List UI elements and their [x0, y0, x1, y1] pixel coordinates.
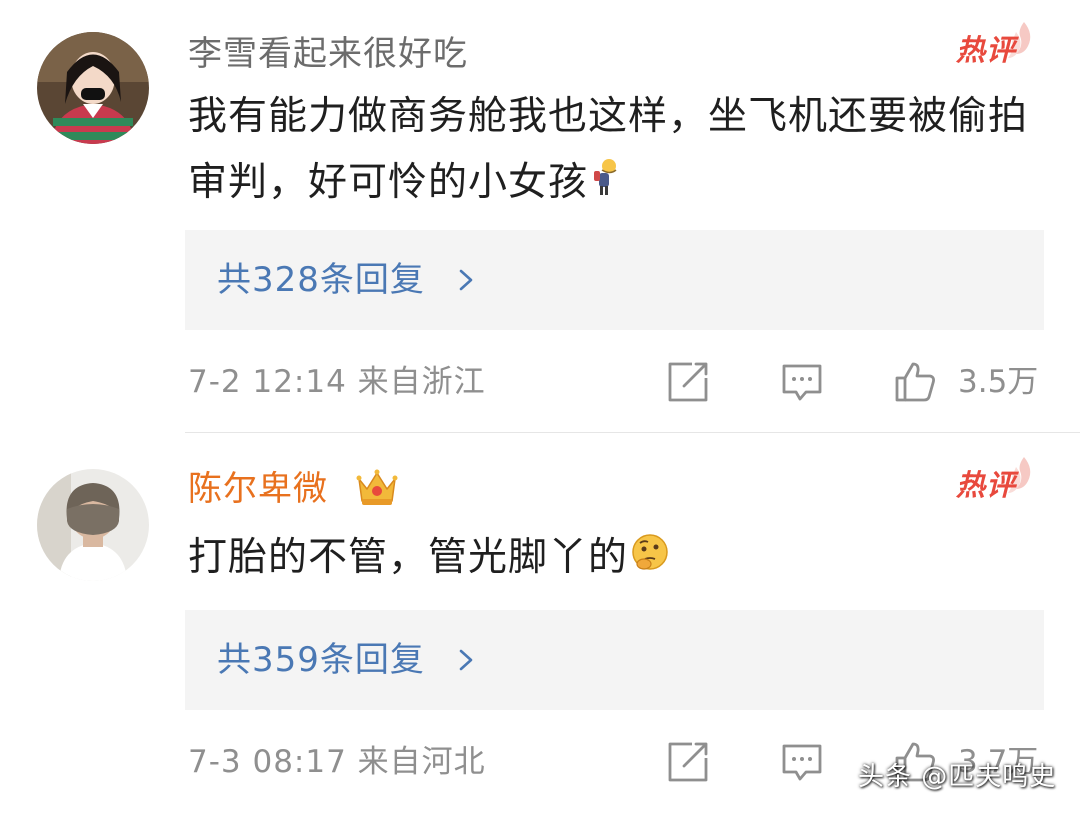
hot-comment-badge: 热评	[954, 20, 1034, 70]
thumbs-up-icon[interactable]	[893, 360, 937, 404]
replies-link[interactable]: 共328条回复	[185, 230, 1044, 330]
username[interactable]: 陈尔卑微	[188, 469, 328, 509]
thinking-face-emoji-icon	[630, 527, 670, 593]
username[interactable]: 李雪看起来很好吃	[188, 34, 468, 74]
comment-item: 李雪看起来很好吃 热评 我有能力做商务舱我也这样，坐飞机还要被偷拍审判，好可怜的…	[0, 0, 1080, 432]
comment-text: 打胎的不管，管光脚丫的	[188, 525, 1040, 593]
hot-comment-label: 热评	[956, 33, 1017, 67]
avatar[interactable]	[37, 32, 149, 144]
shrug-person-emoji-icon	[590, 152, 620, 218]
replies-count[interactable]: 共328条回复	[217, 260, 425, 300]
timestamp-location: 7-3 08:17 来自河北	[188, 744, 486, 780]
comment-item: 陈尔卑微 热评 打胎的不管，管光脚丫的 共359条回复 7-3 08:17 来自…	[0, 433, 1080, 816]
replies-link[interactable]: 共359条回复	[185, 610, 1044, 710]
chevron-right-icon	[459, 269, 473, 291]
comment-icon[interactable]	[780, 740, 824, 784]
comment-list: 李雪看起来很好吃 热评 我有能力做商务舱我也这样，坐飞机还要被偷拍审判，好可怜的…	[0, 0, 1080, 816]
vip-crown-icon	[356, 469, 398, 505]
avatar[interactable]	[37, 469, 149, 581]
comment-icon[interactable]	[780, 360, 824, 404]
hot-comment-label: 热评	[956, 468, 1017, 502]
like-count: 3.5万	[958, 364, 1039, 400]
timestamp-location: 7-2 12:14 来自浙江	[188, 364, 486, 400]
comment-text: 我有能力做商务舱我也这样，坐飞机还要被偷拍审判，好可怜的小女孩	[188, 84, 1040, 218]
watermark: 头条 @匹夫鸣史	[858, 762, 1057, 792]
comment-body: 打胎的不管，管光脚丫的	[188, 535, 629, 580]
hot-comment-badge: 热评	[954, 455, 1034, 505]
share-icon[interactable]	[666, 740, 710, 784]
chevron-right-icon	[459, 649, 473, 671]
replies-count[interactable]: 共359条回复	[217, 640, 425, 680]
share-icon[interactable]	[666, 360, 710, 404]
